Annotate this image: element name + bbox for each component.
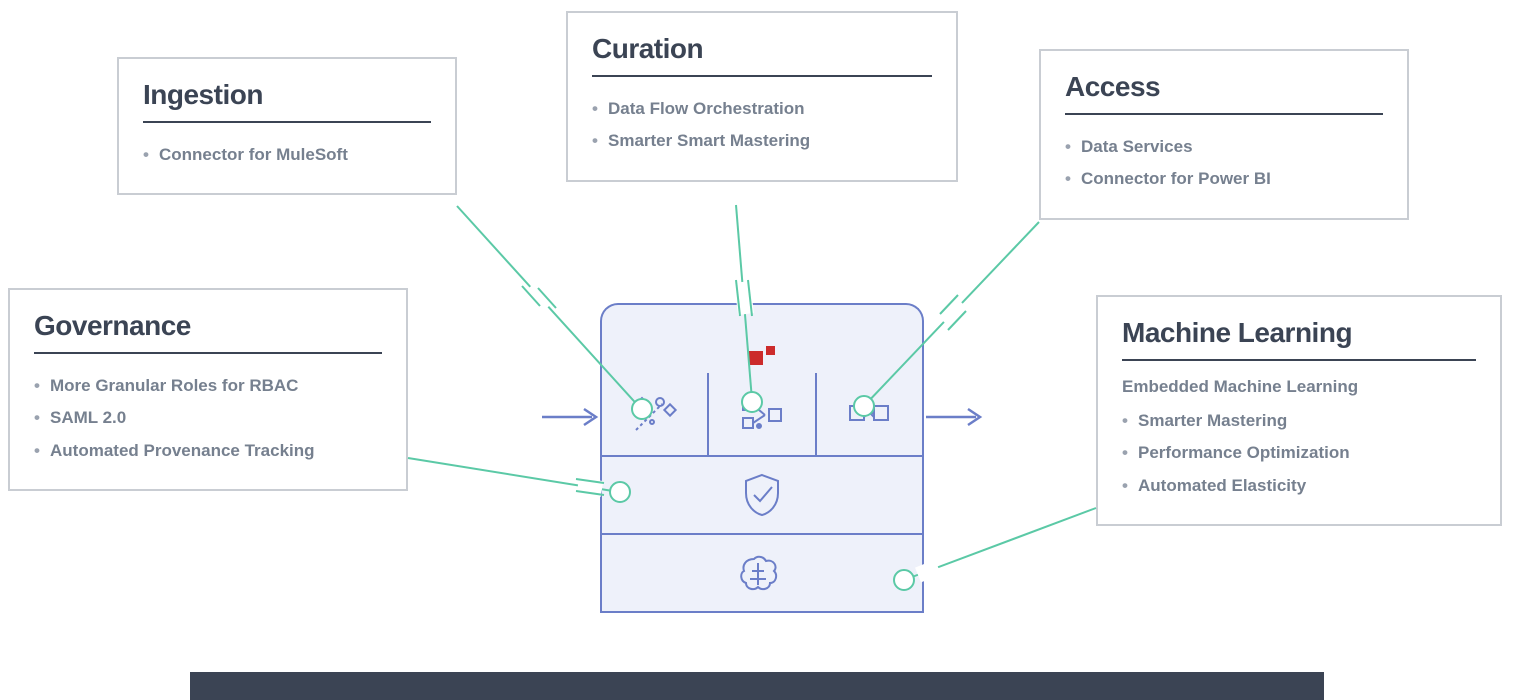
divider — [34, 352, 382, 354]
connector-endpoint — [853, 395, 875, 417]
ingestion-list: Connector for MuleSoft — [143, 139, 431, 171]
connector-endpoint — [631, 398, 653, 420]
logo-squares-icon — [749, 346, 775, 365]
list-item: Automated Elasticity — [1138, 470, 1476, 502]
device-top — [600, 303, 924, 373]
ingestion-card: Ingestion Connector for MuleSoft — [117, 57, 457, 195]
list-item: Data Services — [1081, 131, 1383, 163]
connector-endpoint — [893, 569, 915, 591]
ml-row — [600, 535, 924, 613]
ml-list: Smarter Mastering Performance Optimizati… — [1122, 405, 1476, 502]
ml-subtitle: Embedded Machine Learning — [1122, 377, 1476, 397]
list-item: Automated Provenance Tracking — [50, 435, 382, 467]
list-item: Connector for Power BI — [1081, 163, 1383, 195]
connector-endpoint — [609, 481, 631, 503]
divider — [1065, 113, 1383, 115]
curation-title: Curation — [592, 33, 932, 65]
divider — [143, 121, 431, 123]
divider — [592, 75, 932, 77]
list-item: More Granular Roles for RBAC — [50, 370, 382, 402]
shield-check-icon — [740, 471, 784, 519]
ml-title: Machine Learning — [1122, 317, 1476, 349]
access-title: Access — [1065, 71, 1383, 103]
list-item: SAML 2.0 — [50, 402, 382, 434]
brain-icon — [736, 551, 788, 595]
governance-list: More Granular Roles for RBAC SAML 2.0 Au… — [34, 370, 382, 467]
machine-learning-card: Machine Learning Embedded Machine Learni… — [1096, 295, 1502, 526]
access-list: Data Services Connector for Power BI — [1065, 131, 1383, 196]
ingestion-title: Ingestion — [143, 79, 431, 111]
governance-row — [600, 457, 924, 535]
central-stack-graphic — [600, 303, 924, 613]
connector-endpoint — [741, 391, 763, 413]
right-arrow-icon — [924, 402, 984, 432]
curation-card: Curation Data Flow Orchestration Smarter… — [566, 11, 958, 182]
governance-card: Governance More Granular Roles for RBAC … — [8, 288, 408, 491]
access-card: Access Data Services Connector for Power… — [1039, 49, 1409, 220]
list-item: Data Flow Orchestration — [608, 93, 932, 125]
list-item: Performance Optimization — [1138, 437, 1476, 469]
governance-title: Governance — [34, 310, 382, 342]
curation-list: Data Flow Orchestration Smarter Smart Ma… — [592, 93, 932, 158]
divider — [1122, 359, 1476, 361]
left-arrow-icon — [540, 402, 600, 432]
list-item: Smarter Smart Mastering — [608, 125, 932, 157]
ingest-cell — [602, 373, 709, 455]
list-item: Connector for MuleSoft — [159, 139, 431, 171]
base-bar — [190, 672, 1324, 700]
curate-cell — [709, 373, 816, 455]
list-item: Smarter Mastering — [1138, 405, 1476, 437]
